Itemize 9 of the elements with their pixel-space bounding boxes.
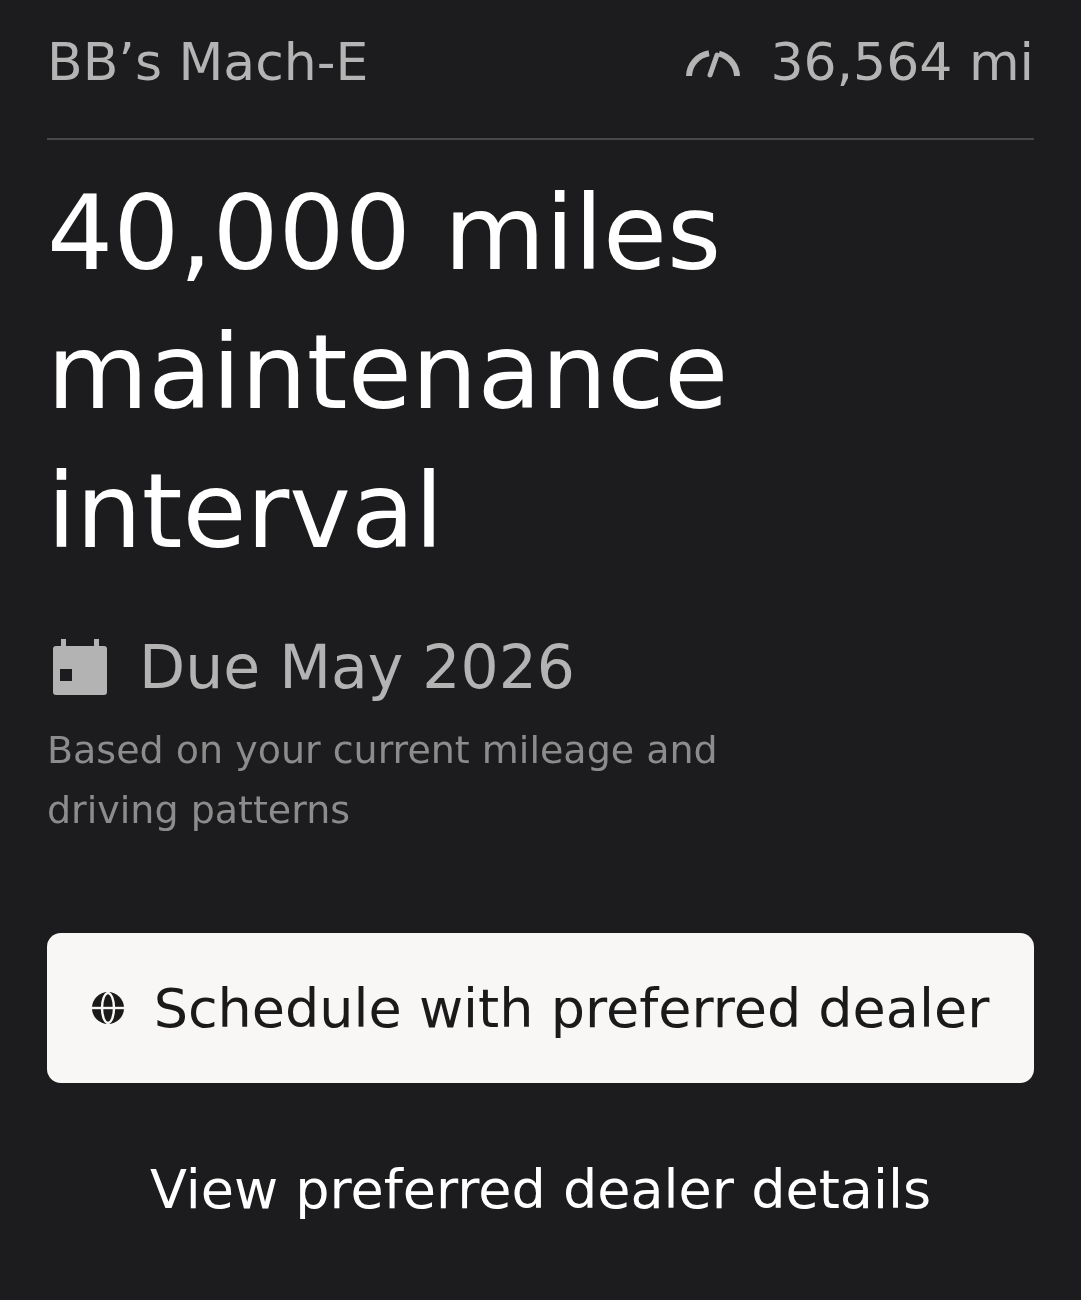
due-note: Based on your current mileage and driving patterns (47, 727, 719, 834)
odometer-reading: 36,564 mi (770, 31, 1034, 94)
globe-icon (91, 992, 124, 1024)
maintenance-title: 40,000 miles maintenance interval (47, 171, 730, 574)
schedule-button[interactable]: Schedule with preferred dealer (47, 933, 1034, 1083)
vehicle-name: BB’s Mach-E (47, 31, 369, 94)
due-date: Due May 2026 (139, 631, 576, 704)
calendar-icon (53, 639, 107, 695)
dealer-details-link[interactable]: View preferred dealer details (133, 1147, 948, 1233)
